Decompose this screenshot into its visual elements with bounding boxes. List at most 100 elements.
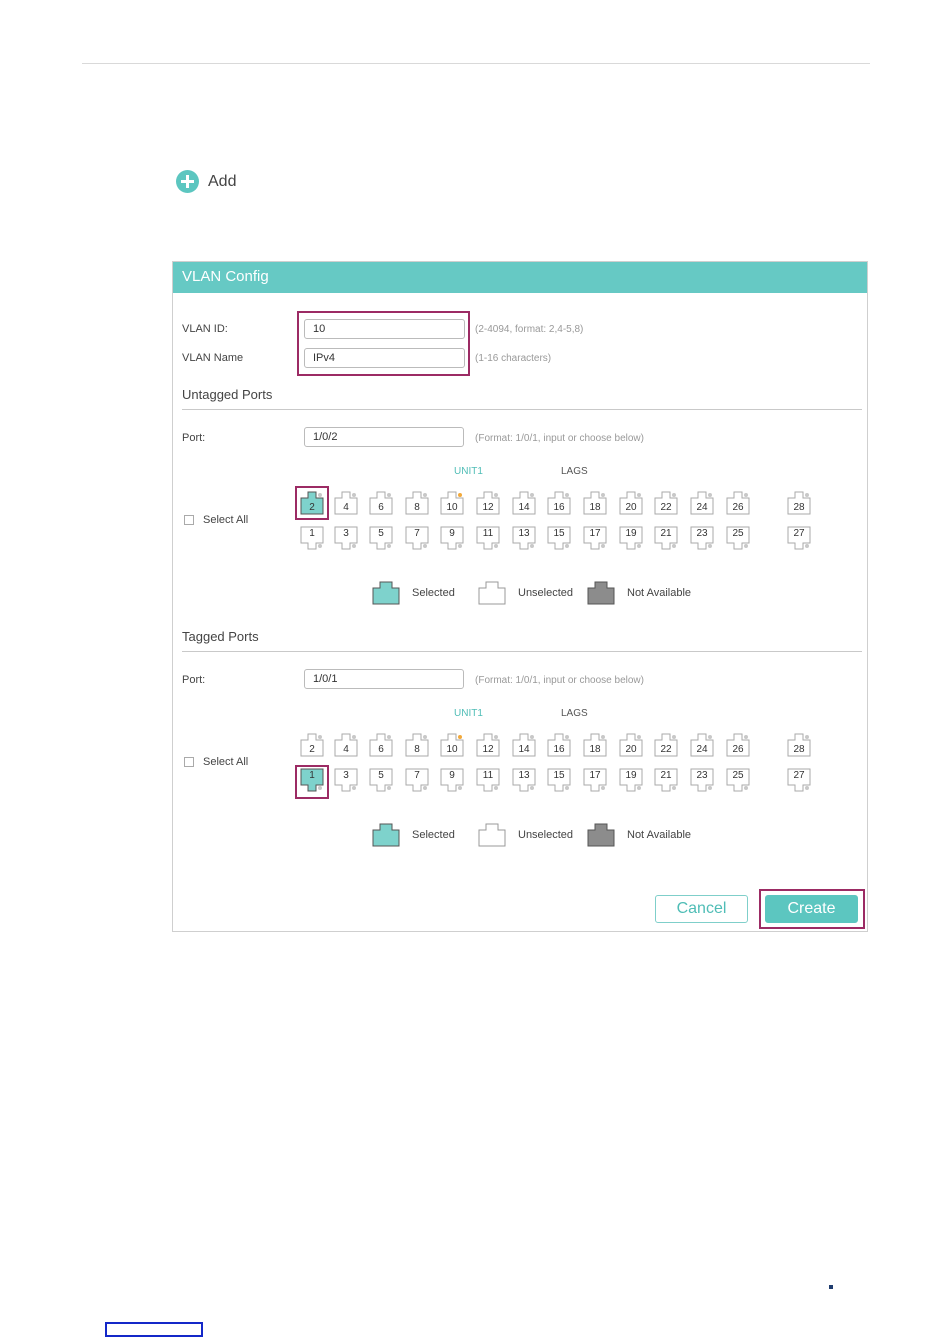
tagged-unit-tab[interactable]: UNIT1 [454, 708, 483, 719]
port-led-indicator [637, 544, 641, 548]
tagged-port-21[interactable]: 21 [654, 768, 678, 792]
untagged-port-2[interactable]: 2 [300, 491, 324, 515]
tagged-port-6[interactable]: 6 [369, 733, 393, 757]
tagged-port-7[interactable]: 7 [405, 768, 429, 792]
port-number: 4 [343, 502, 349, 513]
top-divider [82, 63, 870, 64]
tagged-port-11[interactable]: 11 [476, 768, 500, 792]
port-number: 4 [343, 744, 349, 755]
untagged-port-27[interactable]: 27 [787, 526, 811, 550]
untagged-port-7[interactable]: 7 [405, 526, 429, 550]
create-button[interactable]: Create [765, 895, 858, 923]
tagged-ports-title: Tagged Ports [182, 629, 259, 644]
tagged-port-17[interactable]: 17 [583, 768, 607, 792]
untagged-port-10[interactable]: 10 [440, 491, 464, 515]
tagged-port-16[interactable]: 16 [547, 733, 571, 757]
untagged-port-1[interactable]: 1 [300, 526, 324, 550]
tagged-port-26[interactable]: 26 [726, 733, 750, 757]
port-number: 17 [589, 770, 601, 781]
untagged-port-24[interactable]: 24 [690, 491, 714, 515]
tagged-port-24[interactable]: 24 [690, 733, 714, 757]
not-available-port-icon [587, 823, 615, 847]
port-number: 24 [696, 502, 708, 513]
port-number: 15 [553, 528, 565, 539]
port-number: 6 [378, 744, 384, 755]
port-number: 19 [625, 770, 637, 781]
vlan-id-hint: (2-4094, format: 2,4-5,8) [475, 324, 584, 335]
port-number: 22 [660, 744, 672, 755]
tagged-port-8[interactable]: 8 [405, 733, 429, 757]
tagged-port-3[interactable]: 3 [334, 768, 358, 792]
tagged-port-13[interactable]: 13 [512, 768, 536, 792]
untagged-port-21[interactable]: 21 [654, 526, 678, 550]
untagged-port-9[interactable]: 9 [440, 526, 464, 550]
untagged-port-13[interactable]: 13 [512, 526, 536, 550]
untagged-port-28[interactable]: 28 [787, 491, 811, 515]
tagged-port-15[interactable]: 15 [547, 768, 571, 792]
tagged-port-25[interactable]: 25 [726, 768, 750, 792]
port-number: 24 [696, 744, 708, 755]
tagged-port-18[interactable]: 18 [583, 733, 607, 757]
untagged-port-19[interactable]: 19 [619, 526, 643, 550]
vlan-name-hint: (1-16 characters) [475, 353, 552, 364]
untagged-port-input[interactable]: 1/0/2 [304, 427, 464, 447]
tagged-port-20[interactable]: 20 [619, 733, 643, 757]
tagged-lags-tab[interactable]: LAGS [561, 708, 588, 719]
port-led-indicator [352, 544, 356, 548]
port-number: 12 [482, 744, 494, 755]
port-led-indicator [458, 735, 462, 739]
unselected-port-icon [478, 581, 506, 605]
tagged-port-1[interactable]: 1 [300, 768, 324, 792]
port-number: 9 [449, 528, 455, 539]
untagged-port-4[interactable]: 4 [334, 491, 358, 515]
cancel-button[interactable]: Cancel [655, 895, 748, 923]
untagged-port-8[interactable]: 8 [405, 491, 429, 515]
port-led-indicator [530, 735, 534, 739]
tagged-port-4[interactable]: 4 [334, 733, 358, 757]
untagged-port-3[interactable]: 3 [334, 526, 358, 550]
vlan-id-input[interactable]: 10 [304, 319, 465, 339]
untagged-port-6[interactable]: 6 [369, 491, 393, 515]
tagged-port-9[interactable]: 9 [440, 768, 464, 792]
untagged-port-26[interactable]: 26 [726, 491, 750, 515]
tagged-port-23[interactable]: 23 [690, 768, 714, 792]
untagged-port-22[interactable]: 22 [654, 491, 678, 515]
untagged-port-12[interactable]: 12 [476, 491, 500, 515]
untagged-port-14[interactable]: 14 [512, 491, 536, 515]
untagged-port-23[interactable]: 23 [690, 526, 714, 550]
untagged-port-11[interactable]: 11 [476, 526, 500, 550]
not-available-port-icon [587, 581, 615, 605]
tagged-port-14[interactable]: 14 [512, 733, 536, 757]
untagged-lags-tab[interactable]: LAGS [561, 466, 588, 477]
untagged-port-17[interactable]: 17 [583, 526, 607, 550]
untagged-port-18[interactable]: 18 [583, 491, 607, 515]
tagged-port-2[interactable]: 2 [300, 733, 324, 757]
untagged-port-20[interactable]: 20 [619, 491, 643, 515]
port-number: 10 [446, 502, 458, 513]
untagged-select-all-checkbox[interactable] [184, 515, 194, 525]
untagged-port-16[interactable]: 16 [547, 491, 571, 515]
add-button[interactable]: Add [176, 170, 236, 193]
footer-link[interactable] [105, 1322, 203, 1337]
port-led-indicator [805, 544, 809, 548]
untagged-divider [182, 409, 862, 410]
untagged-ports-title: Untagged Ports [182, 387, 273, 402]
tagged-select-all-checkbox[interactable] [184, 757, 194, 767]
untagged-port-hint: (Format: 1/0/1, input or choose below) [475, 433, 644, 444]
tagged-port-28[interactable]: 28 [787, 733, 811, 757]
panel-title: VLAN Config [173, 262, 867, 293]
tagged-port-27[interactable]: 27 [787, 768, 811, 792]
untagged-port-25[interactable]: 25 [726, 526, 750, 550]
vlan-name-input[interactable]: IPv4 [304, 348, 465, 368]
tagged-port-19[interactable]: 19 [619, 768, 643, 792]
port-led-indicator [423, 493, 427, 497]
untagged-port-15[interactable]: 15 [547, 526, 571, 550]
tagged-port-input[interactable]: 1/0/1 [304, 669, 464, 689]
tagged-port-12[interactable]: 12 [476, 733, 500, 757]
tagged-port-10[interactable]: 10 [440, 733, 464, 757]
tagged-port-5[interactable]: 5 [369, 768, 393, 792]
port-led-indicator [458, 544, 462, 548]
untagged-unit-tab[interactable]: UNIT1 [454, 466, 483, 477]
tagged-port-22[interactable]: 22 [654, 733, 678, 757]
untagged-port-5[interactable]: 5 [369, 526, 393, 550]
